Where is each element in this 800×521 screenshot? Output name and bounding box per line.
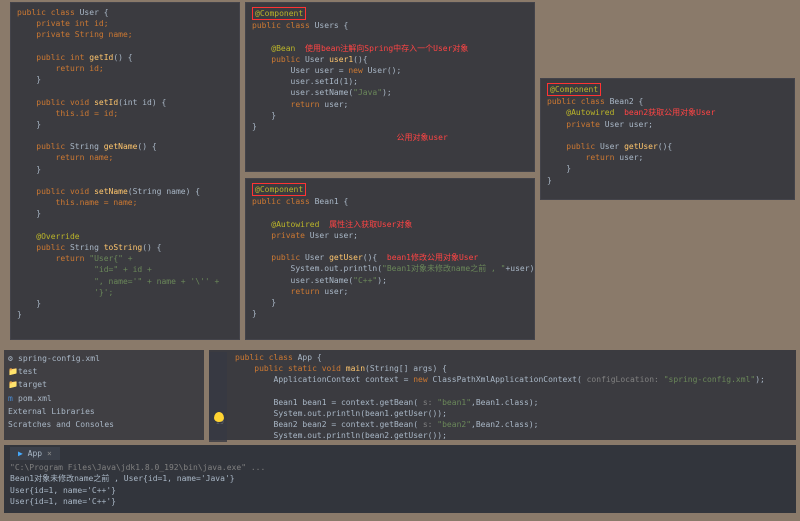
code-panel-bean1[interactable]: @Component public class Bean1 { @Autowir…: [245, 178, 535, 340]
code-panel-bean2[interactable]: @Component public class Bean2 { @Autowir…: [540, 78, 795, 200]
code-panel-app[interactable]: 19 public class App { public static void…: [209, 350, 796, 440]
tree-item[interactable]: 📁test: [8, 365, 200, 378]
tree-item[interactable]: External Libraries: [8, 405, 200, 418]
close-icon[interactable]: ×: [47, 449, 52, 458]
tree-item[interactable]: 📁target: [8, 378, 200, 391]
console-panel[interactable]: ▶ App × "C:\Program Files\Java\jdk1.8.0_…: [4, 445, 796, 513]
annotation-highlight: @Component: [252, 183, 306, 196]
code-user: public class User { private int id; priv…: [17, 7, 233, 320]
gutter: 19: [209, 352, 227, 442]
code-users: @Component public class Users { @Bean 使用…: [252, 7, 528, 143]
console-output: "C:\Program Files\Java\jdk1.8.0_192\bin\…: [10, 462, 790, 507]
project-tree[interactable]: ⚙spring-config.xml 📁test 📁target mpom.xm…: [4, 350, 204, 440]
tree-item[interactable]: ⚙spring-config.xml: [8, 352, 200, 365]
folder-icon: 📁: [8, 366, 18, 377]
code-app: public class App { public static void ma…: [235, 352, 790, 442]
code-panel-user[interactable]: public class User { private int id; priv…: [10, 2, 240, 340]
code-panel-users[interactable]: @Component public class Users { @Bean 使用…: [245, 2, 535, 172]
intention-bulb-icon[interactable]: [214, 412, 224, 422]
xml-icon: ⚙: [8, 353, 18, 364]
maven-icon: m: [8, 393, 18, 404]
code-bean2: @Component public class Bean2 { @Autowir…: [547, 83, 788, 186]
annotation-highlight: @Component: [547, 83, 601, 96]
tree-item[interactable]: mpom.xml: [8, 392, 200, 405]
annotation-highlight: @Component: [252, 7, 306, 20]
console-tab[interactable]: ▶ App ×: [10, 447, 60, 460]
bottom-section: ⚙spring-config.xml 📁test 📁target mpom.xm…: [4, 350, 796, 518]
code-bean1: @Component public class Bean1 { @Autowir…: [252, 183, 528, 319]
tree-item[interactable]: Scratches and Consoles: [8, 418, 200, 431]
run-icon: ▶: [18, 449, 23, 458]
folder-icon: 📁: [8, 379, 18, 390]
